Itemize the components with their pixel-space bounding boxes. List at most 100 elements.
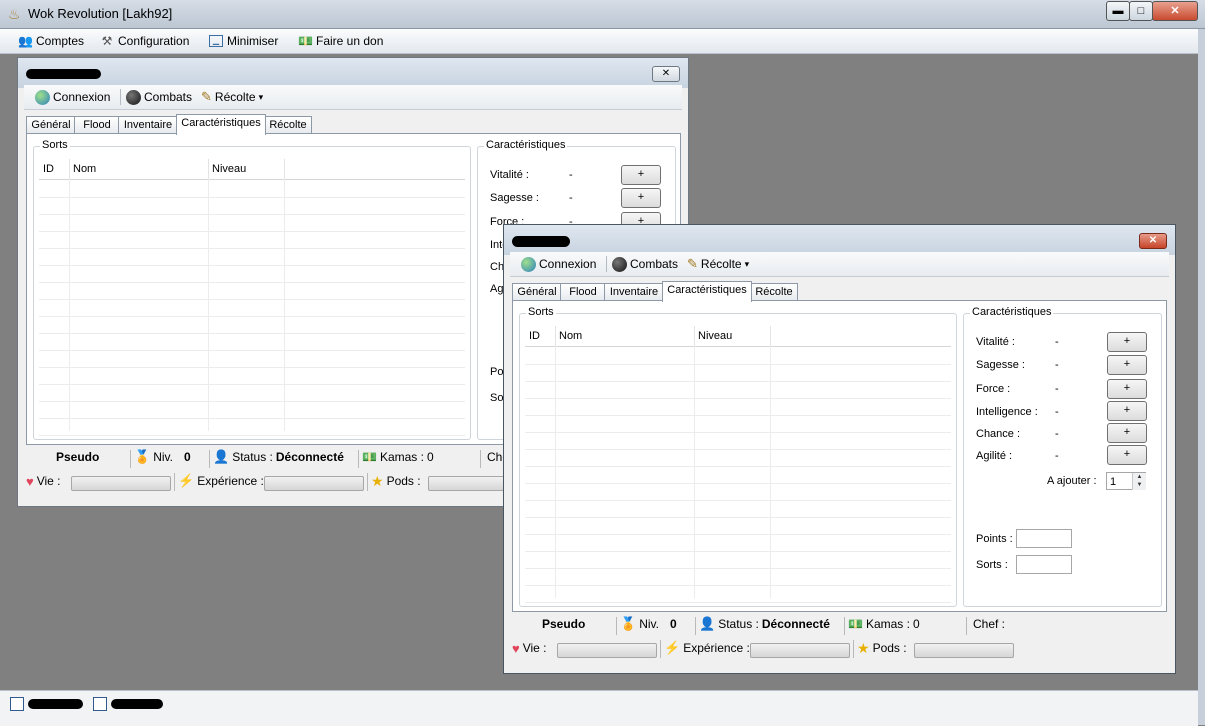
col-nom-back[interactable]: Nom xyxy=(69,159,209,179)
stat-label-sagesse: Sagesse : xyxy=(976,359,1025,371)
toolbar-connexion-front[interactable]: Connexion xyxy=(521,255,596,273)
experience-progress-back xyxy=(264,476,364,491)
col-niveau-back[interactable]: Niveau xyxy=(208,159,285,179)
tab-recolte-back[interactable]: Récolte xyxy=(264,116,312,134)
niveau-value: 0 xyxy=(669,617,677,631)
kamas-back: 💵 Kamas : 0 xyxy=(362,447,434,467)
child-close-button-back[interactable]: ✕ xyxy=(652,66,680,82)
vie-progress xyxy=(557,643,657,658)
points-field[interactable] xyxy=(1016,529,1072,548)
child-close-button-front[interactable]: ✕ xyxy=(1139,233,1167,249)
tab-general[interactable]: Général xyxy=(512,283,562,301)
heart-icon: ♥ xyxy=(512,640,520,656)
col-niveau[interactable]: Niveau xyxy=(694,326,771,346)
heart-icon: ♥ xyxy=(26,473,34,489)
tab-caracteristiques[interactable]: Caractéristiques xyxy=(662,281,752,302)
col-id-back[interactable]: ID xyxy=(39,159,70,179)
medal-icon: 🏅 xyxy=(620,616,637,631)
niveau-label: Niv. xyxy=(639,617,659,631)
experience-label-back: Expérience : xyxy=(197,474,264,488)
toolbar-recolte-back[interactable]: ✎ Récolte ▾ xyxy=(201,88,263,106)
close-button[interactable]: ✕ xyxy=(1152,1,1198,21)
toolbar-connexion-back[interactable]: Connexion xyxy=(35,88,110,106)
medal-icon: 🏅 xyxy=(134,449,151,464)
stat-value-back: - xyxy=(569,169,573,181)
table-row xyxy=(525,466,951,484)
status-separator xyxy=(853,640,854,658)
menu-minimiser-label: Minimiser xyxy=(227,34,279,48)
minimize-button[interactable]: ▬ xyxy=(1106,1,1130,21)
maximize-button[interactable]: □ xyxy=(1129,1,1153,21)
tabstrip-front: Général Flood Inventaire Caractéristique… xyxy=(512,281,812,302)
chevron-down-icon: ▾ xyxy=(744,259,750,269)
kamas-label-back: Kamas : xyxy=(379,450,424,464)
sorts-title-back: Sorts xyxy=(40,139,70,151)
sorts-points-field[interactable] xyxy=(1016,555,1072,574)
sorts-groupbox-back: Sorts ID Nom Niveau xyxy=(33,139,471,440)
menu-configuration-label: Configuration xyxy=(118,34,190,48)
app-icon: ♨ xyxy=(8,6,21,22)
plus-button-intelligence[interactable]: + xyxy=(1107,401,1147,421)
col-nom[interactable]: Nom xyxy=(555,326,695,346)
stat-label-vitalite: Vitalité : xyxy=(976,336,1015,348)
sorts-listview-back[interactable]: ID Nom Niveau xyxy=(39,159,465,436)
niveau-label-back: Niv. xyxy=(153,450,173,464)
redacted-title xyxy=(512,236,570,247)
tab-flood[interactable]: Flood xyxy=(560,283,606,301)
plus-button-agilite[interactable]: + xyxy=(1107,445,1147,465)
stat-value-vitalite: - xyxy=(1055,336,1059,348)
table-row xyxy=(39,333,465,351)
menu-minimiser[interactable]: ▁ Minimiser xyxy=(209,32,278,50)
toolbar-combats-front[interactable]: Combats xyxy=(612,255,678,273)
toolbar-combats-back[interactable]: Combats xyxy=(126,88,192,106)
plus-button-back[interactable]: + xyxy=(621,165,661,185)
menu-configuration[interactable]: ⚒ Configuration xyxy=(100,32,190,50)
money-icon: 💵 xyxy=(298,34,313,48)
toolbar-recolte-front[interactable]: ✎ Récolte ▾ xyxy=(687,255,749,273)
table-row xyxy=(525,483,951,501)
tab-caracteristiques-back[interactable]: Caractéristiques xyxy=(176,114,266,135)
col-id[interactable]: ID xyxy=(525,326,556,346)
redacted-label xyxy=(28,699,83,709)
wand-icon: ✎ xyxy=(687,256,698,271)
plus-button-back[interactable]: + xyxy=(621,188,661,208)
plus-button-vitalite[interactable]: + xyxy=(1107,332,1147,352)
tab-general-back[interactable]: Général xyxy=(26,116,76,134)
table-row xyxy=(39,367,465,385)
child-window-front[interactable]: ✕ Connexion Combats ✎ Récolte ▾ Général … xyxy=(503,224,1176,674)
menu-faire-un-don[interactable]: 💵 Faire un don xyxy=(298,32,383,50)
child-toolbar-front: Connexion Combats ✎ Récolte ▾ xyxy=(510,252,1169,277)
vie: ♥ Vie : xyxy=(512,638,547,658)
tools-icon: ⚒ xyxy=(101,34,113,48)
tab-flood-back[interactable]: Flood xyxy=(74,116,120,134)
table-row xyxy=(525,415,951,433)
stat-label-intelligence: Intelligence : xyxy=(976,406,1038,418)
ajouter-label: A ajouter : xyxy=(1047,475,1097,487)
plus-button-chance[interactable]: + xyxy=(1107,423,1147,443)
tab-inventaire-back[interactable]: Inventaire xyxy=(118,116,178,134)
menu-comptes[interactable]: 👥 Comptes xyxy=(18,32,84,50)
plus-button-sagesse[interactable]: + xyxy=(1107,355,1147,375)
toolbar-combats-label-front: Combats xyxy=(630,257,679,271)
table-row xyxy=(525,534,951,552)
spin-down-icon[interactable]: ▼ xyxy=(1132,481,1146,490)
experience-label: Expérience : xyxy=(683,641,750,655)
table-row xyxy=(525,568,951,586)
sorts-listview[interactable]: ID Nom Niveau xyxy=(525,326,951,603)
bomb-icon xyxy=(126,89,141,105)
task-window-2[interactable] xyxy=(93,697,163,711)
toolbar-recolte-label-back: Récolte xyxy=(214,90,256,104)
user-icon: 👤 xyxy=(699,616,716,631)
status-separator xyxy=(844,617,845,635)
table-row xyxy=(39,316,465,334)
menu-faire-un-don-label: Faire un don xyxy=(316,34,384,48)
niveau-back: 🏅 Niv. 0 xyxy=(134,447,191,467)
tab-recolte[interactable]: Récolte xyxy=(750,283,798,301)
status-label-back: Status : xyxy=(232,450,273,464)
task-window-1[interactable] xyxy=(10,697,83,711)
table-row xyxy=(39,384,465,402)
pseudo-back: Pseudo xyxy=(56,450,100,464)
toolbar-connexion-label-front: Connexion xyxy=(539,257,597,271)
plus-button-force[interactable]: + xyxy=(1107,379,1147,399)
tab-inventaire[interactable]: Inventaire xyxy=(604,283,664,301)
